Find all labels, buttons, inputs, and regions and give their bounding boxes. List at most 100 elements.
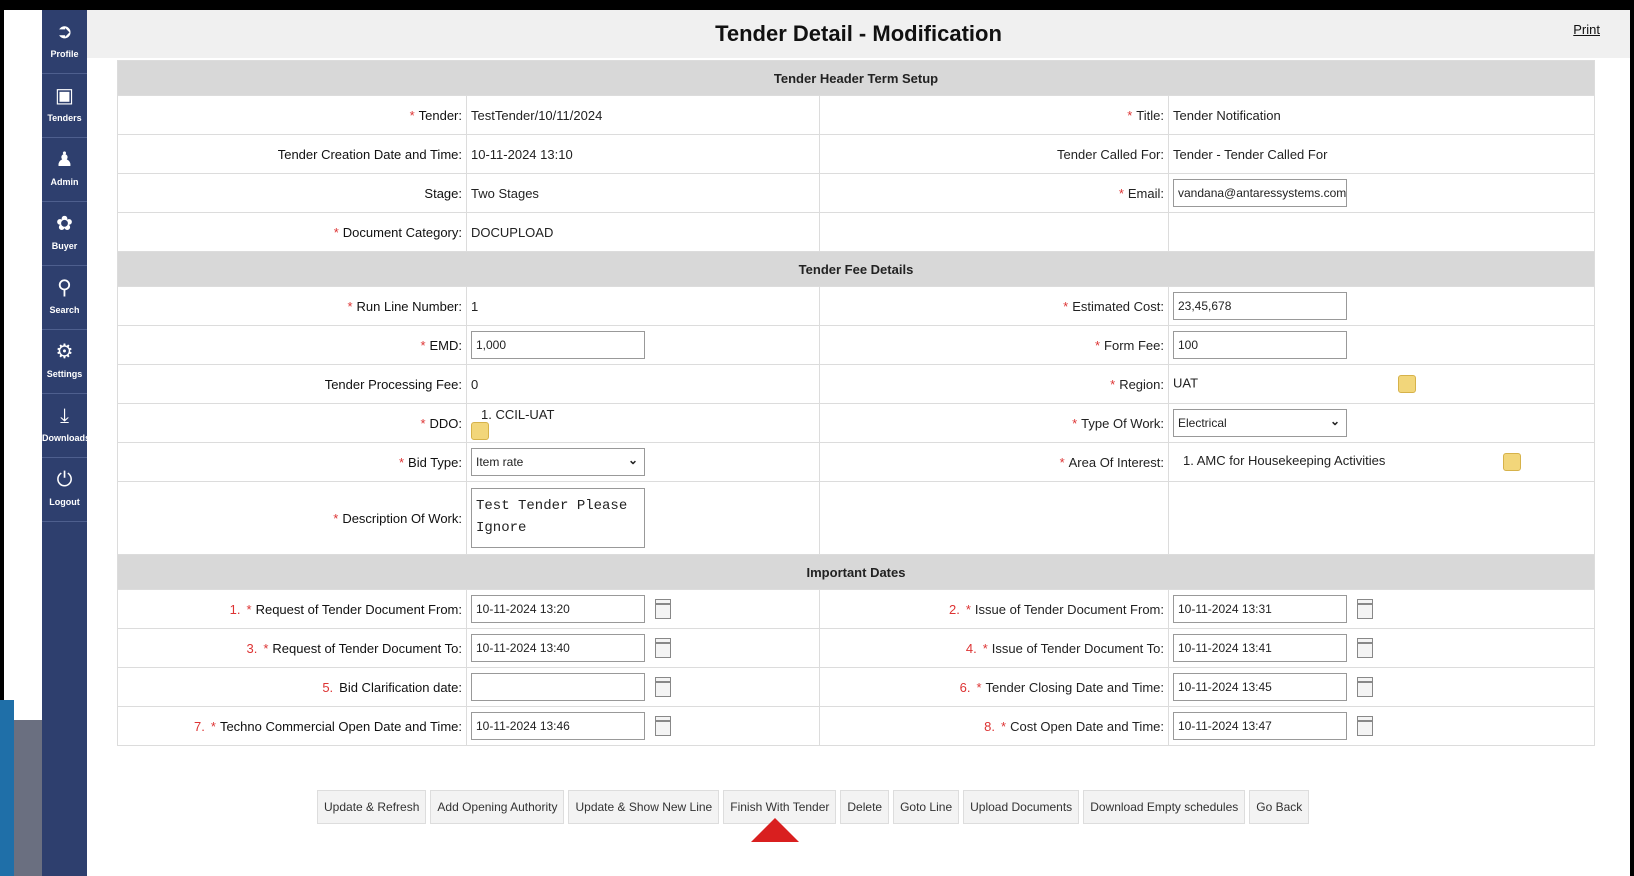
calendar-icon[interactable] (655, 599, 671, 619)
emd-cell: 1,000 (466, 325, 820, 365)
field-label: * Tender: (117, 95, 467, 135)
section-important-dates: Important Dates (117, 554, 1595, 590)
sidebar-item-buyer[interactable]: ✿ Buyer (42, 202, 87, 266)
ddo-cell: 1. CCIL-UAT (466, 403, 820, 443)
date-field[interactable]: 10-11-2024 13:47 (1173, 712, 1347, 740)
section-header-terms: Tender Header Term Setup (117, 60, 1595, 96)
date-field[interactable] (471, 673, 645, 701)
calendar-icon[interactable] (655, 716, 671, 736)
calendar-icon[interactable] (655, 677, 671, 697)
date-label: 1. * Request of Tender Document From: (117, 589, 467, 629)
profile-icon: ➲ (56, 21, 73, 43)
date-cell: 10-11-2024 13:46 (466, 706, 820, 746)
estimated-cost-field[interactable]: 23,45,678 (1173, 292, 1347, 320)
email-field[interactable]: vandana@antaressystems.com (1173, 179, 1347, 207)
field-label: Tender Processing Fee: (117, 364, 467, 404)
empty-cell (819, 212, 1169, 252)
date-field[interactable]: 10-11-2024 13:45 (1173, 673, 1347, 701)
field-label: * Region: (819, 364, 1169, 404)
type-of-work-cell: Electrical ⌄ (1168, 403, 1595, 443)
go-back-button[interactable]: Go Back (1249, 790, 1310, 824)
delete-button[interactable]: Delete (840, 790, 890, 824)
date-cell (466, 667, 820, 707)
sidebar-item-downloads[interactable]: ⤓ Downloads (42, 394, 90, 458)
empty-cell (819, 481, 1169, 555)
print-link[interactable]: Print (1573, 22, 1600, 37)
date-label: 7. * Techno Commercial Open Date and Time: (117, 706, 467, 746)
region-cell: UAT (1168, 364, 1595, 404)
sidebar-item-profile[interactable]: ➲ Profile (42, 10, 87, 74)
date-field[interactable]: 10-11-2024 13:41 (1173, 634, 1347, 662)
date-label: 2. * Issue of Tender Document From: (819, 589, 1169, 629)
background-decoration (14, 720, 42, 876)
field-label: * Type Of Work: (819, 403, 1169, 443)
date-field[interactable]: 10-11-2024 13:46 (471, 712, 645, 740)
sidebar-item-admin[interactable]: ♟ Admin (42, 138, 87, 202)
sidebar-item-settings[interactable]: ⚙ Settings (42, 330, 87, 394)
update-show-new-line-button[interactable]: Update & Show New Line (568, 790, 720, 824)
form-fee-field[interactable]: 100 (1173, 331, 1347, 359)
scrollbar[interactable] (1602, 58, 1630, 876)
calendar-icon[interactable] (1357, 638, 1373, 658)
date-field[interactable]: 10-11-2024 13:31 (1173, 595, 1347, 623)
sidebar: ➲ Profile ▣ Tenders ♟ Admin ✿ Buyer ⚲ Search … (42, 10, 90, 876)
field-label: Tender Called For: (819, 134, 1169, 174)
field-label: * Run Line Number: (117, 286, 467, 326)
sidebar-item-search[interactable]: ⚲ Search (42, 266, 87, 330)
date-cell: 10-11-2024 13:20 (466, 589, 820, 629)
update-refresh-button[interactable]: Update & Refresh (317, 790, 427, 824)
field-label: * Title: (819, 95, 1169, 135)
goto-line-button[interactable]: Goto Line (893, 790, 960, 824)
calendar-icon[interactable] (1357, 599, 1373, 619)
date-label: 6. * Tender Closing Date and Time: (819, 667, 1169, 707)
date-field[interactable]: 10-11-2024 13:20 (471, 595, 645, 623)
doc-category-value: DOCUPLOAD (466, 212, 820, 252)
chevron-down-icon: ⌄ (627, 453, 638, 467)
est-cost-cell: 23,45,678 (1168, 286, 1595, 326)
date-field[interactable]: 10-11-2024 13:40 (471, 634, 645, 662)
tenders-icon: ▣ (55, 85, 74, 107)
empty-cell (1168, 481, 1595, 555)
ddo-value: 1. CCIL-UAT (481, 406, 555, 422)
field-label: * DDO: (117, 403, 467, 443)
calendar-icon[interactable] (655, 638, 671, 658)
title-value: Tender Notification (1168, 95, 1595, 135)
form-fee-cell: 100 (1168, 325, 1595, 365)
section-fee-details: Tender Fee Details (117, 251, 1595, 287)
date-label: 8. * Cost Open Date and Time: (819, 706, 1169, 746)
email-cell: vandana@antaressystems.com (1168, 173, 1595, 213)
date-cell: 10-11-2024 13:31 (1168, 589, 1595, 629)
date-cell: 10-11-2024 13:45 (1168, 667, 1595, 707)
download-icon: ⤓ (60, 405, 69, 427)
run-line-value: 1 (466, 286, 820, 326)
main-content: Tender Detail - Modification Print Tende… (87, 10, 1630, 876)
lookup-icon[interactable] (1503, 453, 1521, 471)
lookup-icon[interactable] (1398, 375, 1417, 393)
calendar-icon[interactable] (1357, 716, 1373, 736)
tender-value: TestTender/10/11/2024 (466, 95, 820, 135)
date-label: 5. Bid Clarification date: (117, 667, 467, 707)
lookup-icon[interactable] (471, 421, 489, 440)
admin-icon: ♟ (55, 149, 74, 171)
power-icon: ⏻ (56, 469, 73, 491)
download-empty-schedules-button[interactable]: Download Empty schedules (1083, 790, 1246, 824)
type-of-work-select[interactable]: Electrical ⌄ (1173, 409, 1347, 437)
sidebar-item-tenders[interactable]: ▣ Tenders (42, 74, 87, 138)
page-title: Tender Detail - Modification (87, 10, 1630, 58)
sidebar-item-logout[interactable]: ⏻ Logout (42, 458, 87, 522)
field-label: Tender Creation Date and Time: (117, 134, 467, 174)
calendar-icon[interactable] (1357, 677, 1373, 697)
action-bar: Update & Refresh Add Opening Authority U… (317, 790, 1367, 824)
date-cell: 10-11-2024 13:47 (1168, 706, 1595, 746)
emd-field[interactable]: 1,000 (471, 331, 645, 359)
field-label: * Estimated Cost: (819, 286, 1169, 326)
add-opening-authority-button[interactable]: Add Opening Authority (430, 790, 565, 824)
description-textarea[interactable]: Test Tender Please Ignore (471, 488, 645, 548)
pointer-arrow (751, 818, 799, 842)
creation-value: 10-11-2024 13:10 (466, 134, 820, 174)
date-label: 4. * Issue of Tender Document To: (819, 628, 1169, 668)
chevron-down-icon: ⌄ (1329, 414, 1340, 428)
field-label: Stage: (117, 173, 467, 213)
bid-type-select[interactable]: Item rate ⌄ (471, 448, 645, 476)
upload-documents-button[interactable]: Upload Documents (963, 790, 1080, 824)
